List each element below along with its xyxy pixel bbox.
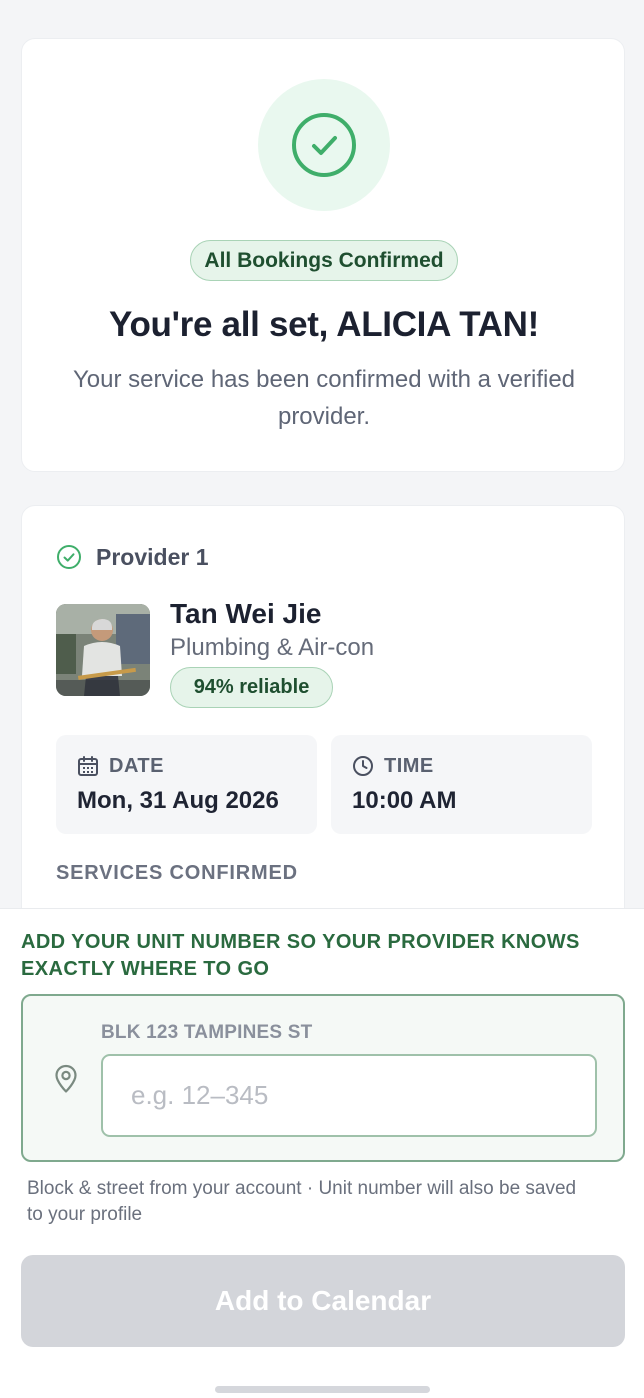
date-label-row: DATE xyxy=(77,753,164,779)
unit-number-sheet: ADD YOUR UNIT NUMBER SO YOUR PROVIDER KN… xyxy=(0,908,644,1398)
confirmation-subtitle: Your service has been confirmed with a v… xyxy=(72,366,576,430)
time-label-row: TIME xyxy=(352,753,434,779)
date-box: DATE Mon, 31 Aug 2026 xyxy=(56,735,317,834)
address-helper-text: Block & street from your account · Unit … xyxy=(27,1178,577,1225)
provider-header: Provider 1 xyxy=(56,542,209,572)
add-to-calendar-button[interactable]: Add to Calendar xyxy=(21,1255,625,1347)
provider-heading: Provider 1 xyxy=(96,543,209,570)
check-circle-icon xyxy=(258,79,390,211)
provider-name: Tan Wei Jie xyxy=(170,598,322,629)
calendar-icon xyxy=(78,756,98,776)
booking-confirmation-screen: All Bookings Confirmed You're all set, A… xyxy=(0,0,644,1398)
clock-icon xyxy=(353,756,373,776)
unit-number-heading: ADD YOUR UNIT NUMBER SO YOUR PROVIDER KN… xyxy=(21,931,580,980)
confirmation-card: All Bookings Confirmed You're all set, A… xyxy=(21,38,625,472)
address-box: BLK 123 TAMPINES ST xyxy=(21,994,625,1162)
time-label: TIME xyxy=(384,754,434,777)
provider-card: Provider 1 Tan Wei Jie Plumbing & Air-co… xyxy=(21,505,625,965)
street-address: BLK 123 TAMPINES ST xyxy=(101,1022,313,1043)
provider-category: Plumbing & Air-con xyxy=(170,634,375,661)
reliability-badge: 94% reliable xyxy=(170,667,333,708)
status-badge: All Bookings Confirmed xyxy=(190,240,458,281)
provider-avatar xyxy=(56,604,150,696)
time-box: TIME 10:00 AM xyxy=(331,735,592,834)
check-circle-small-icon xyxy=(57,545,81,569)
services-confirmed-label: SERVICES CONFIRMED xyxy=(56,862,298,884)
date-value: Mon, 31 Aug 2026 xyxy=(77,787,279,814)
time-value: 10:00 AM xyxy=(352,787,457,814)
home-indicator xyxy=(215,1386,430,1393)
location-pin-icon xyxy=(55,1064,77,1093)
page-title: You're all set, ALICIA TAN! xyxy=(109,305,539,344)
date-label: DATE xyxy=(109,754,164,777)
unit-number-input[interactable] xyxy=(101,1054,597,1137)
